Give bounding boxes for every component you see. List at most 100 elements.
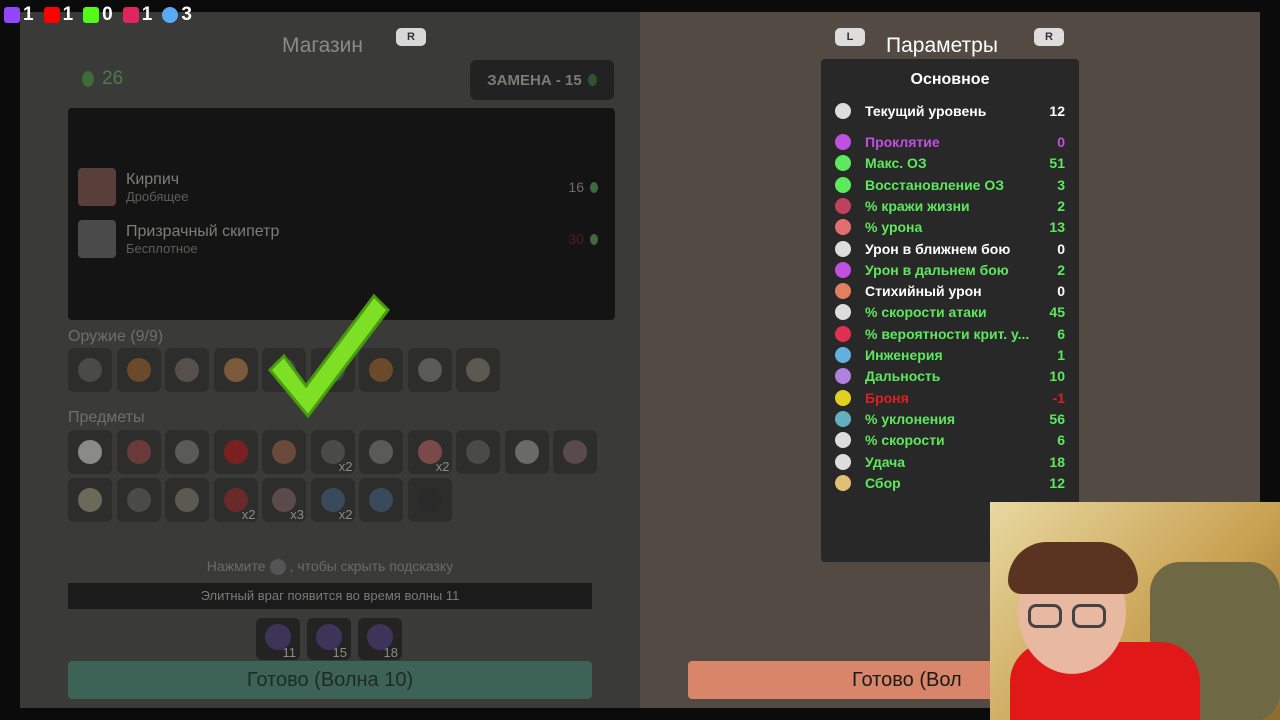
youtube-icon [43,7,60,23]
stat-icon [835,134,851,150]
stat-icon [835,325,851,342]
stats-box: Основное Текущий уровень 12 Проклятие 0 Ма… [821,59,1079,562]
tooltip-item-brick: Кирпич Дробящее 16 [78,168,598,206]
inventory-slot[interactable] [359,478,403,522]
live-icon [122,7,139,23]
inventory-slot[interactable]: x2 [310,478,355,522]
hint-text: Нажмите, чтобы скрыть подсказку [206,558,454,576]
items-label: Предметы [68,409,145,426]
inventory-slot[interactable] [359,430,403,474]
item-icon [466,440,490,464]
stat-row[interactable]: Урон в ближнем бою 0 [835,240,1065,257]
inventory-slot[interactable] [407,348,452,392]
tooltip-item-scepter: Призрачный скипетр Бесплотное 30 [78,220,598,258]
inventory-slot[interactable] [213,348,258,392]
item-price: 30 [568,231,598,247]
inventory-slot[interactable] [262,430,306,474]
inventory-slot[interactable]: x2 [310,430,355,474]
stat-row[interactable]: Проклятие 0 [835,134,1065,150]
item-icon [417,488,442,512]
stat-row[interactable]: Макс. ОЗ 51 [835,155,1065,172]
stat-row[interactable]: Стихийный урон 0 [835,283,1065,300]
inventory-slot[interactable] [68,430,112,474]
brick-icon [78,168,116,206]
reroll-button[interactable]: ЗАМЕНА - 15 [470,60,614,100]
inventory-slot[interactable] [165,478,209,522]
inventory-slot[interactable] [504,430,549,474]
inventory-slot[interactable] [116,348,161,392]
ghost-scepter-icon [78,220,116,258]
inventory-slot[interactable] [456,430,500,474]
stat-row-level[interactable]: Текущий уровень 12 [835,103,1065,119]
inventory-slot[interactable]: x2 [213,478,258,522]
stat-row[interactable]: % скорости атаки 45 [835,304,1065,321]
item-count: x2 [338,507,353,522]
item-icon [272,440,296,464]
inventory-slot[interactable] [213,430,258,474]
person-icon [162,7,179,23]
stat-row[interactable]: % скорости 6 [835,432,1065,449]
stat-icon [835,176,851,193]
inventory-slot[interactable]: x2 [407,430,452,474]
stat-icon [835,261,851,278]
weapons-label: Оружие (9/9) [68,328,164,345]
stat-icon [835,219,851,236]
stat-row[interactable]: Броня -1 [835,389,1065,406]
params-title: Параметры [886,34,998,57]
inventory-slot[interactable] [68,478,112,522]
item-icon [563,440,587,464]
youtube-count: 1 [43,4,73,26]
inventory-slot[interactable] [68,348,112,392]
inventory-slot[interactable]: x3 [262,478,306,522]
item-icon [369,488,393,512]
item-icon [369,440,393,464]
stat-icon [835,432,851,449]
level-icon [835,103,851,119]
checkmark-icon [267,293,390,419]
material-icon [82,71,94,87]
item-icon [78,440,102,464]
stat-icon [835,368,851,385]
item-icon [175,488,199,512]
stat-icon [835,389,851,406]
material-icon [587,74,597,86]
inventory-slot[interactable] [116,430,161,474]
stat-row[interactable]: Инженерия 1 [835,347,1065,363]
stat-icon [835,304,851,321]
material-icon [590,181,598,193]
inventory-slot[interactable] [165,430,209,474]
stat-row[interactable]: Сбор 12 [835,474,1065,491]
stat-row[interactable]: % вероятности крит. у... 6 [835,325,1065,342]
stat-icon [835,240,851,257]
elite-wave-slot: 11 [256,618,300,660]
item-icon [175,358,199,382]
item-type: Дробящее [126,188,189,204]
stat-row[interactable]: Урон в дальнем бою 2 [835,261,1065,278]
streamer-hair [1008,542,1138,594]
stat-row[interactable]: % урона 13 [835,219,1065,236]
stat-icon [835,197,851,214]
item-icon [466,358,490,382]
stat-icon [835,347,851,363]
inventory-slot[interactable] [407,478,452,522]
stat-icon [835,155,851,172]
elite-wave-slot: 18 [358,618,402,660]
item-price: 16 [568,179,598,195]
stat-row[interactable]: % кражи жизни 2 [835,197,1065,214]
inventory-slot[interactable] [116,478,161,522]
inventory-slot[interactable] [456,348,500,392]
stat-icon [835,410,851,427]
stream-overlay: 1 1 0 1 3 [4,4,192,26]
stat-row[interactable]: Удача 18 [835,453,1065,470]
inventory-slot[interactable] [553,430,597,474]
key-hint-r: R [396,28,426,46]
stat-row[interactable]: % уклонения 56 [835,410,1065,427]
elite-enemy-notice: Элитный враг появится во время волны 11 [68,583,592,609]
stat-row[interactable]: Восстановление ОЗ 3 [835,176,1065,193]
stat-row[interactable]: Дальность 10 [835,368,1065,385]
coins-counter: 26 [82,68,123,90]
live-count: 1 [122,4,152,26]
glasses [1028,604,1062,628]
inventory-slot[interactable] [165,348,209,392]
ready-button-player1[interactable]: Готово (Волна 10) [68,661,592,699]
